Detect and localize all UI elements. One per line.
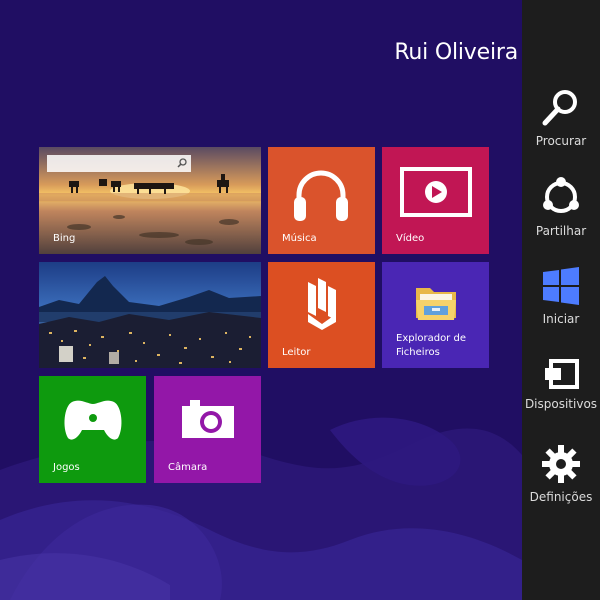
gear-icon bbox=[542, 445, 580, 483]
game-controller-icon bbox=[64, 400, 122, 440]
tile-label-explorer: Explorador de Ficheiros bbox=[396, 333, 466, 358]
charm-dispositivos[interactable]: Dispositivos bbox=[522, 357, 600, 439]
tile-label-leitor: Leitor bbox=[282, 347, 311, 358]
charm-label-procurar: Procurar bbox=[535, 134, 587, 148]
file-explorer-tile[interactable]: Explorador de Ficheiros bbox=[382, 262, 489, 368]
charm-definicoes[interactable]: Definições bbox=[522, 444, 600, 526]
tile-label-jogos: Jogos bbox=[53, 462, 80, 473]
tile-label-musica: Música bbox=[282, 233, 317, 244]
tile-label-camara: Câmara bbox=[168, 462, 208, 473]
reader-tile[interactable]: Leitor bbox=[268, 262, 375, 368]
charm-label-iniciar: Iniciar bbox=[542, 312, 580, 326]
charm-label-dispositivos: Dispositivos bbox=[524, 397, 598, 411]
charm-partilhar[interactable]: Partilhar bbox=[522, 176, 600, 258]
music-tile[interactable]: Música bbox=[268, 147, 375, 254]
charm-procurar[interactable]: Procurar bbox=[522, 88, 600, 170]
windows-logo-icon bbox=[543, 267, 579, 305]
bing-search-box[interactable] bbox=[47, 155, 191, 172]
charm-iniciar[interactable]: Iniciar bbox=[522, 266, 600, 348]
city-photo-tile[interactable] bbox=[39, 262, 261, 368]
magnifier-icon bbox=[542, 90, 577, 126]
charm-label-definicoes: Definições bbox=[529, 490, 593, 504]
camera-icon bbox=[182, 400, 234, 438]
games-tile[interactable]: Jogos bbox=[39, 376, 146, 483]
share-icon bbox=[543, 177, 579, 213]
charm-label-partilhar: Partilhar bbox=[535, 224, 587, 238]
bing-tile[interactable]: Bing bbox=[39, 147, 261, 254]
video-player-icon bbox=[400, 167, 472, 217]
reader-book-icon bbox=[308, 278, 336, 330]
headphones-icon bbox=[294, 170, 348, 221]
start-screen: Rui Oliveira Bing Música Vídeo Leitor Ex… bbox=[0, 0, 522, 600]
rio-night-image bbox=[39, 262, 261, 368]
tile-label-video: Vídeo bbox=[396, 233, 425, 244]
devices-icon bbox=[541, 359, 579, 389]
charms-bar: Procurar Partilhar Iniciar Dispositivos bbox=[522, 0, 600, 600]
folder-icon bbox=[416, 288, 456, 320]
video-tile[interactable]: Vídeo bbox=[382, 147, 489, 254]
search-icon bbox=[177, 158, 187, 168]
camera-tile[interactable]: Câmara bbox=[154, 376, 261, 483]
user-name[interactable]: Rui Oliveira bbox=[380, 40, 518, 65]
tile-label-bing: Bing bbox=[53, 233, 76, 244]
